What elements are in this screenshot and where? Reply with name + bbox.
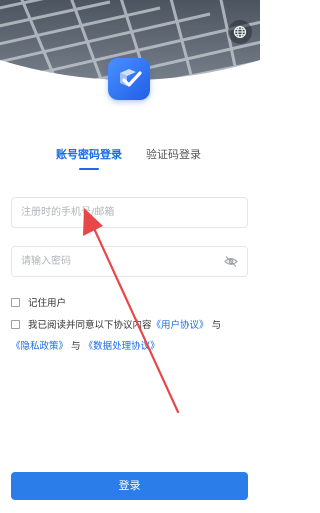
agreement-line-2: 《隐私政策》 与 《数据处理协议》	[11, 339, 256, 355]
tab-account-login-label: 账号密码登录	[56, 148, 122, 161]
phone-email-input[interactable]: 注册时的手机号/邮箱	[11, 197, 248, 228]
agreement-and-2: 与	[71, 341, 81, 352]
remember-user-checkbox[interactable]	[11, 298, 20, 307]
agreement-and-1: 与	[211, 320, 222, 331]
tab-account-login[interactable]: 账号密码登录	[56, 146, 122, 170]
remember-user-row[interactable]: 记住用户	[11, 296, 66, 312]
agreement-row: 我已阅读并同意以下协议内容《用户协议》 与 《隐私政策》 与 《数据处理协议》	[11, 318, 256, 355]
user-agreement-link[interactable]: 《用户协议》	[152, 320, 209, 331]
password-input[interactable]: 请输入密码	[11, 246, 248, 277]
tab-code-login-label: 验证码登录	[146, 148, 201, 161]
checkmark-logo-icon	[120, 69, 142, 87]
login-button-label: 登录	[118, 479, 141, 492]
phone-email-placeholder: 注册时的手机号/邮箱	[21, 207, 115, 218]
data-processing-agreement-link[interactable]: 《数据处理协议》	[84, 341, 160, 352]
language-button[interactable]	[228, 20, 252, 44]
active-tab-indicator	[79, 168, 99, 170]
login-button[interactable]: 登录	[11, 472, 248, 500]
remember-user-label: 记住用户	[28, 298, 67, 309]
tab-code-login[interactable]: 验证码登录	[146, 146, 201, 164]
agreement-prefix: 我已阅读并同意以下协议内容	[28, 320, 152, 331]
eye-off-icon[interactable]	[224, 255, 238, 268]
privacy-policy-link[interactable]: 《隐私政策》	[11, 341, 68, 352]
login-tabs: 账号密码登录 验证码登录	[0, 146, 260, 170]
password-placeholder: 请输入密码	[21, 256, 71, 267]
globe-icon	[233, 25, 247, 39]
agreement-checkbox[interactable]	[11, 320, 20, 329]
app-logo	[108, 58, 150, 100]
